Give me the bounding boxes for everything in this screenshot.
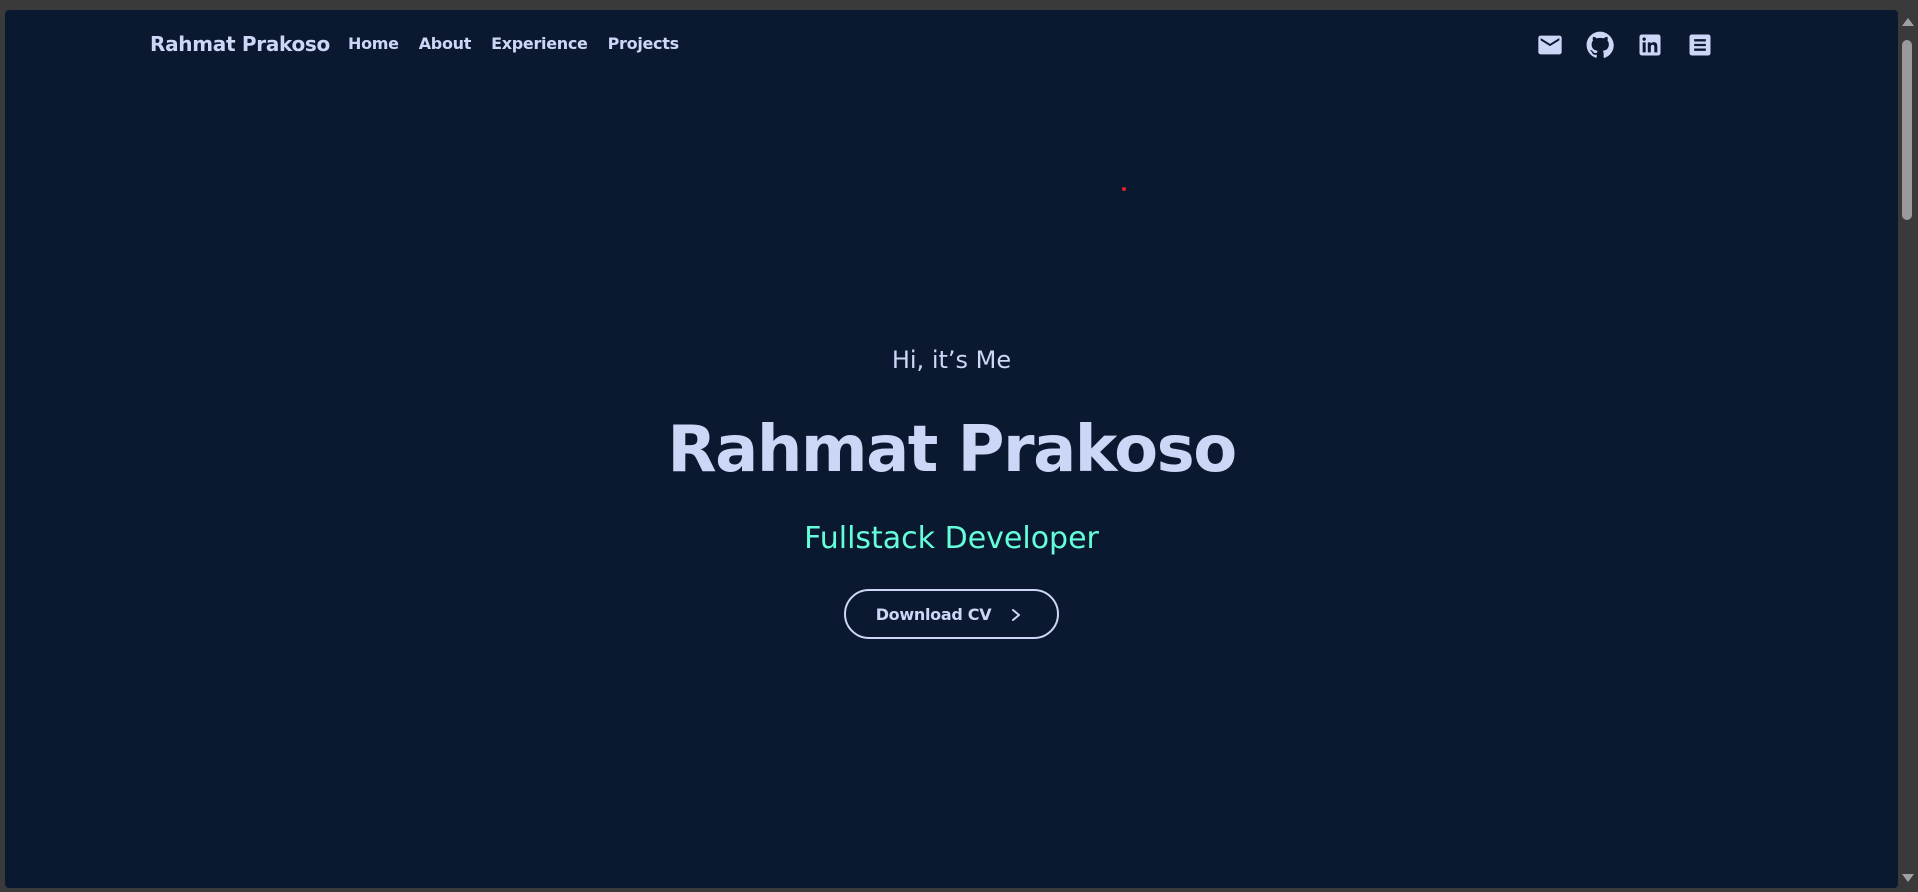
nav-link-home[interactable]: Home <box>348 34 399 53</box>
scroll-thumb[interactable] <box>1902 40 1912 220</box>
download-cv-button[interactable]: Download CV <box>843 589 1060 639</box>
browser-frame: Rahmat Prakoso Home About Experience Pro… <box>0 0 1918 892</box>
social-links <box>1535 30 1715 60</box>
hero-greeting: Hi, it’s Me <box>891 346 1012 374</box>
hero-role: Fullstack Developer <box>804 521 1099 556</box>
document-icon[interactable] <box>1685 30 1715 60</box>
vertical-scrollbar[interactable] <box>1898 10 1916 888</box>
linkedin-icon[interactable] <box>1635 30 1665 60</box>
nav-link-about[interactable]: About <box>419 34 472 53</box>
hero-section: Hi, it’s Me Rahmat Prakoso Fullstack Dev… <box>5 340 1898 639</box>
chevron-right-icon <box>1009 607 1023 621</box>
page-viewport: Rahmat Prakoso Home About Experience Pro… <box>5 10 1898 888</box>
hero-name: Rahmat Prakoso <box>667 413 1237 487</box>
download-cv-label: Download CV <box>875 604 992 624</box>
navbar: Rahmat Prakoso Home About Experience Pro… <box>5 10 1898 80</box>
github-icon[interactable] <box>1585 30 1615 60</box>
scroll-down-arrow-icon[interactable] <box>1902 874 1914 882</box>
nav-link-experience[interactable]: Experience <box>491 34 588 53</box>
scroll-up-arrow-icon[interactable] <box>1902 18 1914 26</box>
nav-links: Home About Experience Projects <box>348 34 679 53</box>
brand-name[interactable]: Rahmat Prakoso <box>150 32 330 56</box>
decorative-dot <box>1122 187 1126 191</box>
mail-icon[interactable] <box>1535 30 1565 60</box>
nav-link-projects[interactable]: Projects <box>608 34 680 53</box>
